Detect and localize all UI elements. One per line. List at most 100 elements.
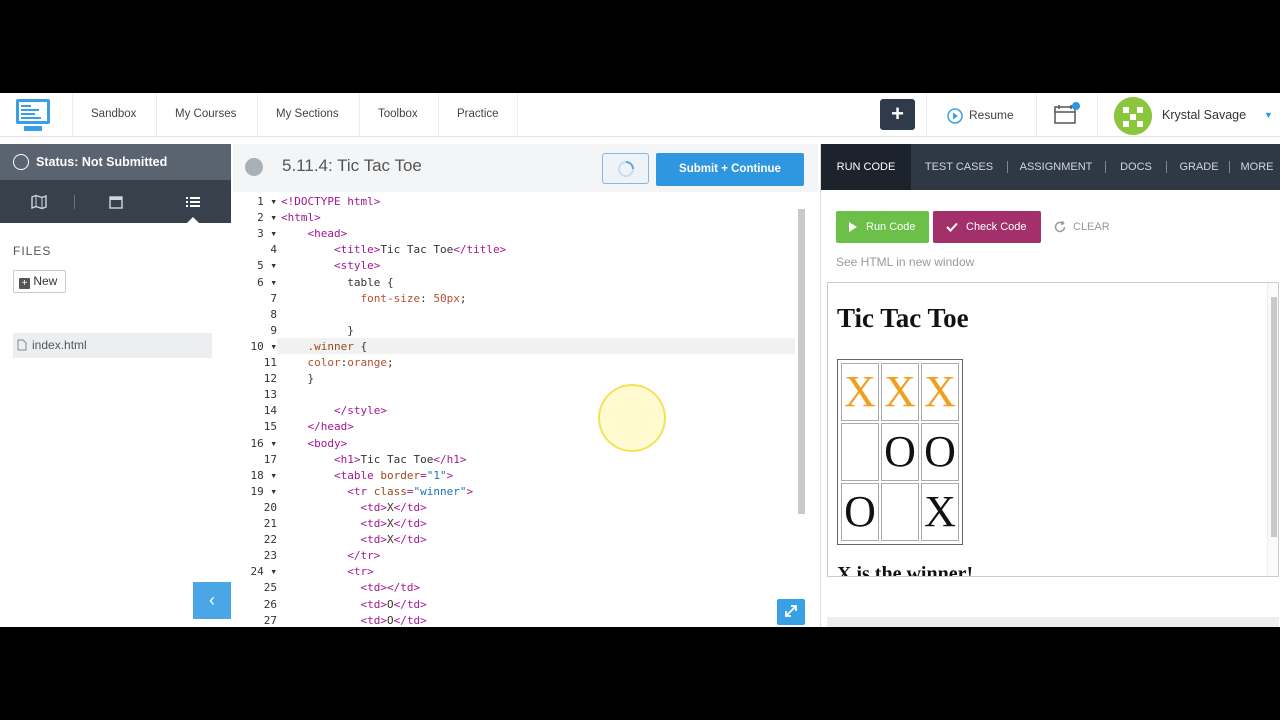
code-line[interactable]: table {: [281, 275, 393, 291]
code-line[interactable]: }: [281, 371, 315, 387]
tab-calendar[interactable]: [77, 180, 154, 223]
checkmark-icon: [946, 222, 958, 232]
code-line[interactable]: <html>: [281, 210, 321, 226]
tab-docs[interactable]: DOCS: [1109, 144, 1163, 190]
line-number: 14: [263, 404, 277, 418]
submit-continue-button[interactable]: Submit + Continue: [656, 153, 804, 186]
code-line[interactable]: <head>: [281, 226, 348, 242]
chevron-down-icon: ▼: [1264, 110, 1273, 120]
nav-sandbox[interactable]: Sandbox: [72, 93, 154, 137]
gear-icon[interactable]: [245, 158, 263, 176]
run-code-button[interactable]: Run Code: [836, 211, 929, 243]
output-tabs: RUN CODE TEST CASES ASSIGNMENT DOCS GRAD…: [821, 144, 1280, 190]
resume-button[interactable]: Resume: [926, 93, 1014, 137]
code-line[interactable]: <td>X</td>: [281, 532, 426, 548]
tab-more[interactable]: MORE: [1233, 144, 1280, 190]
scrollbar-thumb[interactable]: [798, 209, 805, 514]
divider: [74, 195, 75, 209]
code-line[interactable]: </head>: [281, 419, 354, 435]
code-line[interactable]: .winner {: [281, 339, 368, 355]
code-line[interactable]: <td>X</td>: [281, 516, 426, 532]
divider: [1229, 161, 1230, 173]
code-line[interactable]: <!DOCTYPE html>: [281, 194, 380, 210]
calendar-button[interactable]: [1036, 93, 1098, 137]
preview-scrollbar[interactable]: [1267, 283, 1278, 576]
code-line[interactable]: </tr>: [281, 548, 380, 564]
new-file-button[interactable]: + New: [13, 270, 66, 293]
board-cell: X: [921, 363, 959, 421]
code-line[interactable]: <table border="1">: [281, 468, 453, 484]
check-code-button[interactable]: Check Code: [933, 211, 1041, 243]
top-navigation: Sandbox My Courses My Sections Toolbox P…: [0, 93, 1280, 137]
line-number: 20: [263, 500, 277, 514]
plus-icon: +: [19, 278, 30, 289]
tab-test-cases[interactable]: TEST CASES: [913, 144, 1005, 190]
editor-scrollbar[interactable]: [796, 192, 808, 627]
line-number: 19 ▾: [250, 484, 278, 498]
divider: [1007, 161, 1008, 173]
open-new-window-link[interactable]: See HTML in new window: [836, 255, 974, 269]
board-cell: O: [921, 423, 959, 481]
line-gutter: 1 ▾ 2 ▾ 3 ▾ 4 5 ▾ 6 ▾ 7 8 9 10 ▾ 11 12 13 14 1…: [233, 192, 277, 627]
left-sidebar: Status: Not Submitted FILES + New index.…: [0, 144, 231, 627]
preview-heading: Tic Tac Toe: [837, 303, 969, 333]
code-line[interactable]: color:orange;: [281, 355, 394, 371]
code-line[interactable]: <td>X</td>: [281, 500, 426, 516]
tic-tac-toe-board: X X X O O O X: [837, 359, 963, 545]
board-cell: O: [881, 423, 919, 481]
board-cell: X: [921, 483, 959, 541]
file-item[interactable]: index.html: [13, 333, 212, 358]
winner-text: X is the winner!: [837, 563, 974, 577]
status-bar[interactable]: Status: Not Submitted: [0, 144, 231, 180]
board-cell: [841, 423, 879, 481]
code-line[interactable]: }: [281, 323, 354, 339]
file-name: index.html: [32, 338, 87, 352]
line-number: 22: [263, 533, 277, 547]
code-line[interactable]: font-size: 50px;: [281, 291, 466, 307]
tab-map[interactable]: [0, 180, 77, 223]
clear-button[interactable]: CLEAR: [1053, 211, 1110, 243]
tab-assignment[interactable]: ASSIGNMENT: [1011, 144, 1101, 190]
line-number: 2 ▾: [257, 211, 277, 225]
tab-run-code[interactable]: RUN CODE: [821, 144, 911, 190]
code-line[interactable]: <title>Tic Tac Toe</title>: [281, 242, 506, 258]
nav-toolbox[interactable]: Toolbox: [359, 93, 436, 137]
code-line[interactable]: <td></td>: [281, 580, 420, 596]
divider: [1105, 161, 1106, 173]
code-line[interactable]: </style>: [281, 403, 387, 419]
code-line[interactable]: <td>O</td>: [281, 613, 426, 627]
add-button[interactable]: +: [880, 99, 915, 130]
avatar: [1114, 97, 1152, 135]
line-number: 13: [263, 388, 277, 402]
code-line[interactable]: <h1>Tic Tac Toe</h1>: [281, 452, 466, 468]
nav-practice[interactable]: Practice: [438, 93, 518, 137]
code-line[interactable]: <tr>: [281, 564, 374, 580]
scrollbar-thumb[interactable]: [1271, 297, 1277, 537]
page-title: 5.11.4: Tic Tac Toe: [282, 156, 422, 175]
line-number: 16 ▾: [250, 436, 278, 450]
collapse-sidebar-button[interactable]: ‹: [193, 582, 231, 619]
active-tab-caret: [187, 217, 199, 223]
code-line[interactable]: <body>: [281, 436, 348, 452]
line-number: 12: [263, 372, 277, 386]
sidebar-tabs: [0, 180, 231, 223]
line-number: 27: [263, 613, 277, 627]
calendar-icon: [1054, 102, 1080, 124]
clear-label: CLEAR: [1073, 221, 1110, 233]
board-cell: [881, 483, 919, 541]
code-line[interactable]: <td>O</td>: [281, 597, 426, 613]
codehs-logo-icon[interactable]: [14, 96, 52, 134]
resume-label: Resume: [969, 108, 1014, 122]
code-editor[interactable]: 1 ▾ 2 ▾ 3 ▾ 4 5 ▾ 6 ▾ 7 8 9 10 ▾ 11 12 13 14 1…: [233, 192, 818, 627]
tab-grade[interactable]: GRADE: [1171, 144, 1227, 190]
horizontal-scrollbar[interactable]: [827, 617, 1279, 627]
board-row-winner: X X X: [841, 363, 959, 421]
nav-my-sections[interactable]: My Sections: [257, 93, 357, 137]
code-line[interactable]: <style>: [281, 258, 380, 274]
expand-button[interactable]: [777, 599, 805, 625]
nav-my-courses[interactable]: My Courses: [156, 93, 254, 137]
loading-button[interactable]: [602, 153, 649, 184]
tab-files[interactable]: [154, 180, 231, 223]
board-cell: X: [881, 363, 919, 421]
code-line[interactable]: <tr class="winner">: [281, 484, 473, 500]
